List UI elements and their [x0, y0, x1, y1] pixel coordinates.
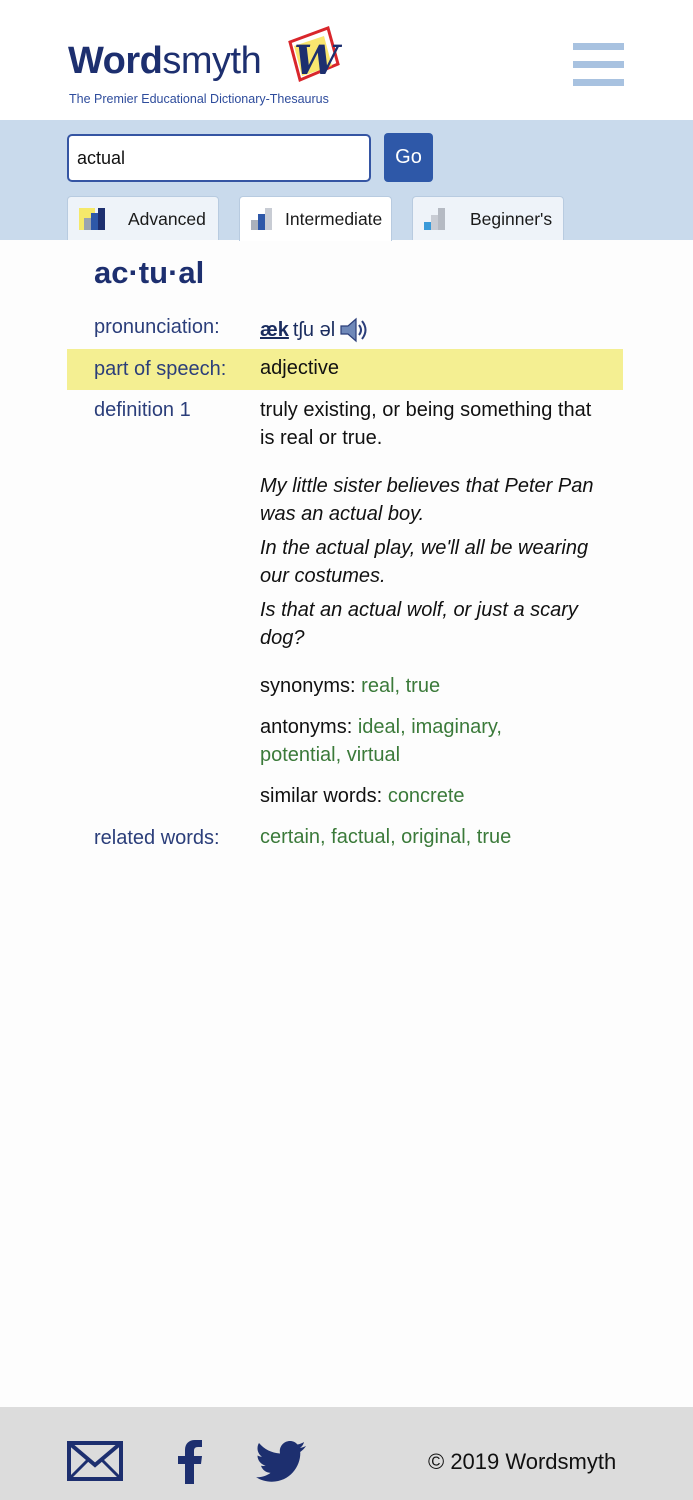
tab-label: Intermediate — [285, 209, 383, 229]
logo-wordmark: Wordsmyth — [68, 40, 262, 82]
similar-words-line: similar words: concrete — [260, 783, 610, 811]
example-sentence: My little sister believes that Peter Pan… — [260, 475, 594, 525]
synonyms-label: synonyms: — [260, 675, 356, 697]
site-footer: © 2019 Wordsmyth — [0, 1407, 693, 1500]
example-sentence: Is that an actual wolf, or just a scary … — [260, 599, 578, 649]
tab-advanced[interactable]: Advanced — [67, 196, 219, 240]
logo-w-icon: W — [288, 26, 342, 84]
beginner-level-icon — [424, 208, 445, 230]
part-of-speech-label: part of speech: — [94, 358, 227, 380]
pronunciation-label: pronunciation: — [94, 316, 220, 338]
synonyms-line: synonyms: real, true — [260, 673, 610, 701]
tab-intermediate[interactable]: Intermediate — [239, 196, 392, 241]
site-header: Wordsmyth W The Premier Educational Dict… — [0, 0, 693, 120]
similar-words-links[interactable]: concrete — [388, 785, 465, 807]
menu-bar — [573, 43, 624, 50]
tab-label: Beginner's — [470, 209, 553, 229]
antonyms-label: antonyms: — [260, 716, 353, 738]
definition-text: truly existing, or being something that … — [260, 399, 592, 449]
search-input[interactable] — [67, 134, 371, 182]
definition-label: definition 1 — [94, 399, 191, 421]
pronunciation-stress: æk — [260, 318, 289, 341]
twitter-icon[interactable] — [256, 1441, 306, 1483]
hamburger-menu-icon[interactable] — [573, 43, 624, 86]
menu-bar — [573, 61, 624, 68]
go-button[interactable]: Go — [384, 133, 433, 182]
tab-beginners[interactable]: Beginner's — [412, 196, 564, 240]
svg-text:W: W — [294, 37, 342, 84]
mail-icon[interactable] — [67, 1441, 123, 1481]
intermediate-level-icon — [251, 208, 272, 230]
part-of-speech-value: adjective — [260, 357, 339, 379]
tab-label: Advanced — [128, 209, 206, 229]
synonyms-links[interactable]: real, true — [361, 675, 440, 697]
related-words-label: related words: — [94, 827, 220, 849]
copyright-text: © 2019 Wordsmyth — [428, 1449, 617, 1474]
similar-words-label: similar words: — [260, 785, 383, 807]
logo-tagline: The Premier Educational Dictionary-Thesa… — [69, 92, 329, 106]
menu-bar — [573, 79, 624, 86]
pronunciation-rest: tʃu əl — [292, 318, 336, 341]
advanced-level-icon — [79, 208, 105, 230]
speaker-icon[interactable] — [339, 316, 369, 344]
antonyms-line: antonyms: ideal, imaginary, potential, v… — [260, 714, 560, 769]
example-sentence: In the actual play, we'll all be wearing… — [260, 537, 589, 587]
headword: ac·tu·al — [94, 255, 205, 290]
pronunciation: æk tʃu əl — [260, 316, 369, 344]
search-bar: Go Advanced Intermediate Beginner's — [0, 120, 693, 241]
facebook-icon[interactable] — [177, 1440, 203, 1484]
related-words-links[interactable]: certain, factual, original, true — [260, 824, 511, 852]
wordsmyth-logo[interactable]: Wordsmyth W The Premier Educational Dict… — [68, 24, 358, 114]
